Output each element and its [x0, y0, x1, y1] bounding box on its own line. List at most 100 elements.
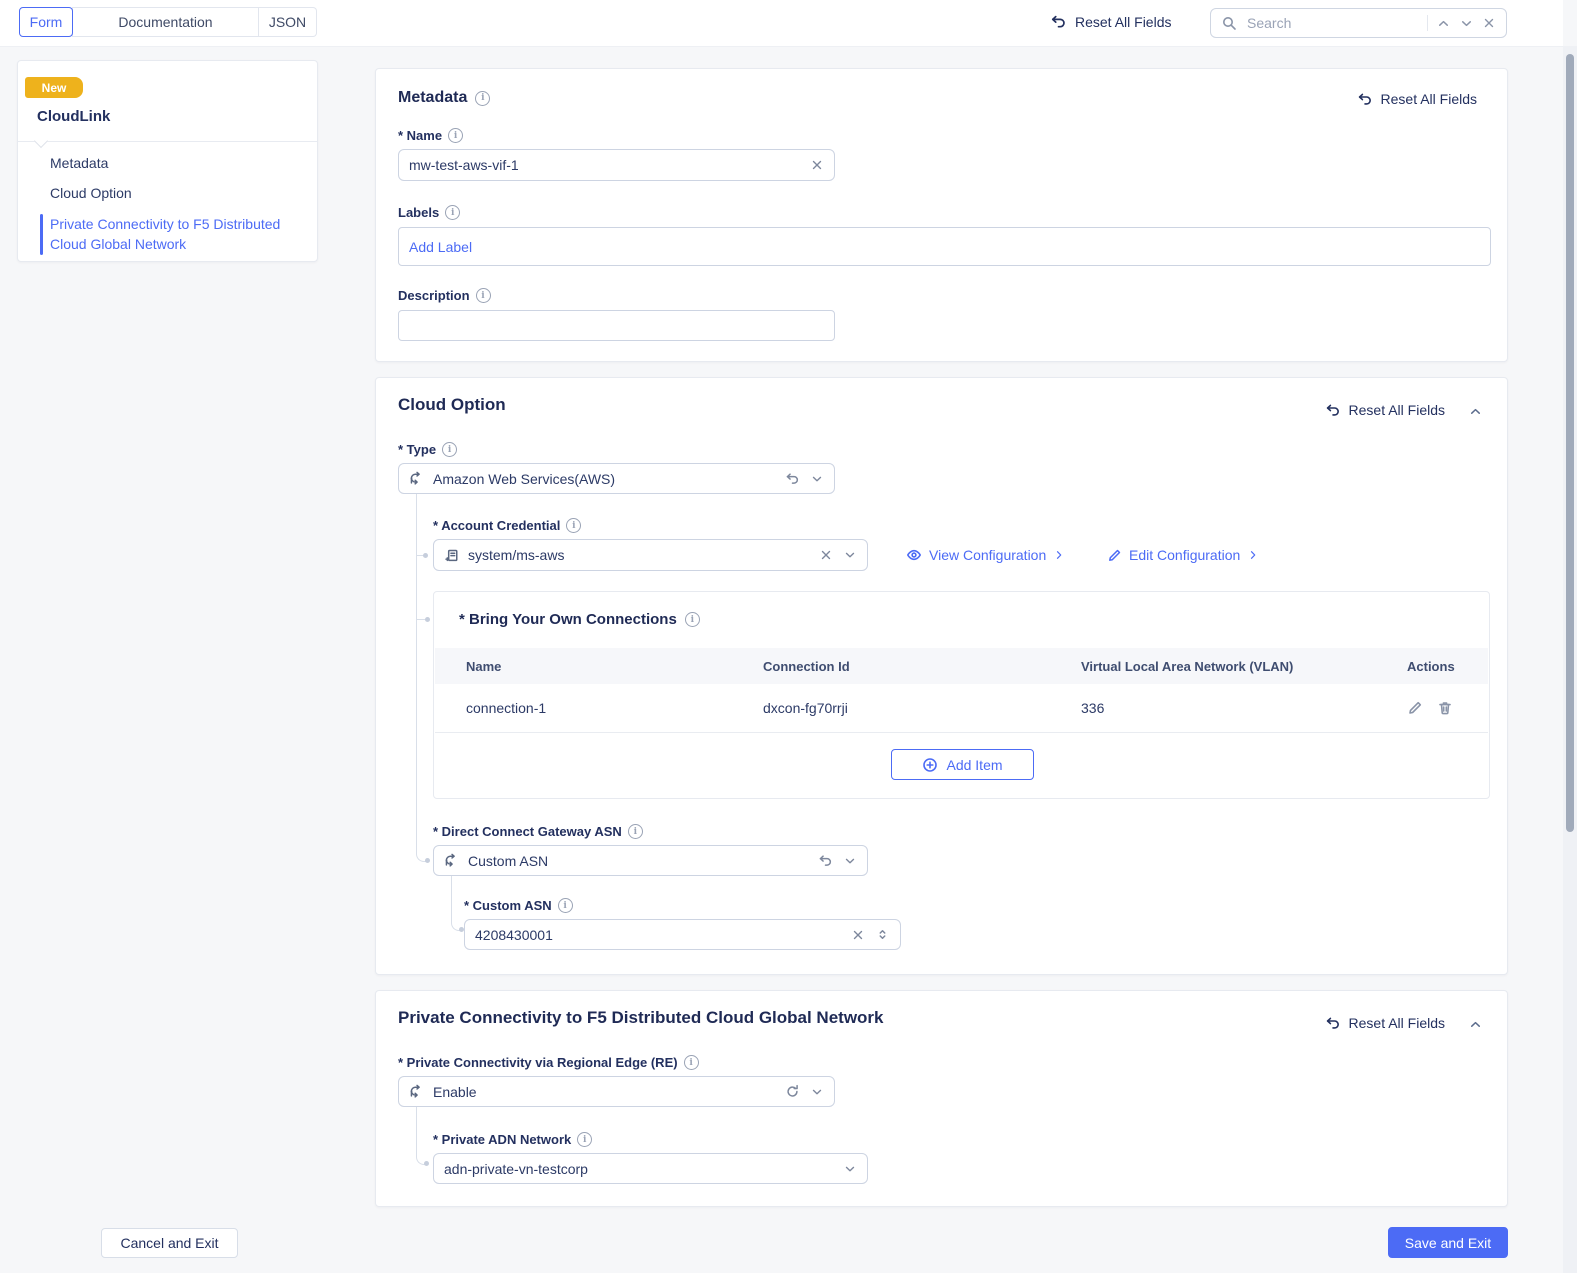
chevron-down-icon[interactable]: [843, 548, 857, 562]
adn-network-value: adn-private-vn-testcorp: [444, 1160, 588, 1177]
description-label-row: Description: [398, 288, 491, 303]
regional-edge-select[interactable]: Enable: [398, 1076, 835, 1107]
scrollbar-track: [1563, 46, 1577, 1273]
chevron-down-icon[interactable]: [810, 1085, 824, 1099]
add-item-button[interactable]: Add Item: [891, 749, 1034, 780]
edit-configuration-link[interactable]: Edit Configuration: [1107, 547, 1259, 563]
delete-row-icon[interactable]: [1437, 700, 1453, 716]
chevron-down-icon[interactable]: [810, 472, 824, 486]
tree-connector-dot: [424, 1161, 429, 1166]
private-connectivity-title-row: Private Connectivity to F5 Distributed C…: [398, 1008, 884, 1028]
byoc-panel: * Bring Your Own Connections Name Connec…: [433, 591, 1490, 799]
description-label: Description: [398, 288, 470, 303]
regional-edge-value: Enable: [433, 1083, 477, 1100]
add-item-label: Add Item: [946, 756, 1003, 773]
account-credential-info-icon[interactable]: [566, 518, 582, 533]
add-label-button[interactable]: Add Label: [409, 239, 472, 255]
refresh-icon[interactable]: [785, 1084, 800, 1099]
regional-edge-info-icon[interactable]: [683, 1055, 699, 1070]
clear-icon[interactable]: [851, 928, 865, 942]
tab-documentation[interactable]: Documentation: [72, 7, 259, 37]
search-close-icon[interactable]: [1482, 16, 1496, 30]
custom-asn-field[interactable]: 4208430001: [464, 919, 901, 950]
column-header-actions: Actions: [1407, 658, 1455, 674]
labels-label-row: Labels: [398, 205, 461, 220]
chevron-down-icon[interactable]: [843, 854, 857, 868]
clear-icon[interactable]: [810, 158, 824, 172]
undo-icon: [1051, 15, 1065, 28]
custom-asn-info-icon[interactable]: [557, 898, 573, 913]
cell-name: connection-1: [466, 700, 547, 716]
undo-icon: [1358, 93, 1371, 105]
adn-network-select[interactable]: adn-private-vn-testcorp: [433, 1153, 868, 1184]
search-next-icon[interactable]: [1459, 16, 1474, 31]
view-tabs: Form Documentation JSON: [19, 7, 317, 37]
top-bar: Form Documentation JSON Reset All Fields: [0, 0, 1563, 47]
labels-field[interactable]: Add Label: [398, 227, 1491, 266]
labels-label: Labels: [398, 205, 440, 220]
number-stepper-icon[interactable]: [875, 927, 890, 942]
column-header-connection-id: Connection Id: [763, 658, 850, 674]
tab-json[interactable]: JSON: [259, 7, 317, 37]
sidebar-item-metadata[interactable]: Metadata: [50, 155, 108, 171]
account-credential-label: * Account Credential: [433, 518, 561, 533]
adn-network-info-icon[interactable]: [577, 1132, 593, 1147]
search-input[interactable]: [1245, 14, 1419, 32]
type-select[interactable]: Amazon Web Services(AWS): [398, 463, 835, 494]
save-and-exit-label: Save and Exit: [1404, 1234, 1492, 1251]
cancel-and-exit-button[interactable]: Cancel and Exit: [101, 1228, 238, 1258]
save-and-exit-button[interactable]: Save and Exit: [1388, 1227, 1508, 1258]
search-prev-icon[interactable]: [1436, 16, 1451, 31]
reset-all-fields-top[interactable]: Reset All Fields: [1050, 13, 1171, 30]
search-icon: [1223, 16, 1236, 30]
dcg-asn-label-row: * Direct Connect Gateway ASN: [433, 824, 643, 839]
collapse-section-icon[interactable]: [1468, 404, 1483, 419]
sidebar-item-private-connectivity[interactable]: Private Connectivity to F5 Distributed C…: [50, 214, 302, 254]
chevron-right-icon: [1251, 551, 1256, 559]
edit-row-icon[interactable]: [1407, 700, 1423, 716]
custom-asn-label-row: * Custom ASN: [464, 898, 573, 913]
dcg-asn-value: Custom ASN: [468, 852, 549, 869]
adn-network-label: * Private ADN Network: [433, 1132, 572, 1147]
type-info-icon[interactable]: [442, 442, 458, 457]
account-credential-select[interactable]: system/ms-aws: [433, 539, 868, 571]
name-info-icon[interactable]: [448, 128, 464, 143]
name-field[interactable]: mw-test-aws-vif-1: [398, 149, 835, 181]
metadata-reset-fields[interactable]: Reset All Fields: [1357, 91, 1477, 107]
collapse-section-icon[interactable]: [1468, 1017, 1483, 1032]
tree-connector-dot: [423, 553, 428, 558]
page: Form Documentation JSON Reset All Fields…: [0, 0, 1577, 1273]
clear-icon[interactable]: [819, 548, 833, 562]
private-connectivity-reset-fields[interactable]: Reset All Fields: [1325, 1015, 1445, 1031]
dcg-asn-info-icon[interactable]: [627, 824, 643, 839]
byoc-title-row: * Bring Your Own Connections: [459, 611, 700, 628]
scrollbar-thumb[interactable]: [1566, 54, 1574, 832]
metadata-info-icon[interactable]: [475, 90, 491, 106]
reset-all-fields-label: Reset All Fields: [1075, 13, 1172, 30]
view-configuration-link[interactable]: View Configuration: [906, 547, 1065, 563]
metadata-title: Metadata: [398, 89, 468, 106]
reset-field-icon[interactable]: [785, 471, 800, 486]
account-credential-label-row: * Account Credential: [433, 518, 582, 533]
tree-connector: [416, 1107, 426, 1165]
table-row: connection-1 dxcon-fg70rrji 336: [435, 684, 1488, 733]
dcg-asn-select[interactable]: Custom ASN: [433, 845, 868, 876]
byoc-info-icon[interactable]: [684, 612, 700, 627]
oneof-branch-icon: [410, 1084, 420, 1098]
description-field[interactable]: [398, 310, 835, 341]
sidebar-item-cloud-option[interactable]: Cloud Option: [50, 185, 132, 201]
chevron-down-icon[interactable]: [843, 1162, 857, 1176]
plus-circle-icon: [923, 757, 938, 772]
view-configuration-label: View Configuration: [929, 547, 1047, 563]
reset-field-icon[interactable]: [818, 853, 833, 868]
description-info-icon[interactable]: [475, 288, 491, 303]
custom-asn-value: 4208430001: [475, 926, 553, 943]
regional-edge-label: * Private Connectivity via Regional Edge…: [398, 1055, 678, 1070]
tree-connector: [451, 876, 461, 931]
cloud-option-reset-fields[interactable]: Reset All Fields: [1325, 402, 1445, 418]
cloud-option-title: Cloud Option: [398, 395, 506, 414]
labels-info-icon[interactable]: [445, 205, 461, 220]
tab-form[interactable]: Form: [19, 7, 73, 37]
oneof-branch-icon: [410, 471, 420, 485]
private-connectivity-title: Private Connectivity to F5 Distributed C…: [398, 1008, 884, 1027]
